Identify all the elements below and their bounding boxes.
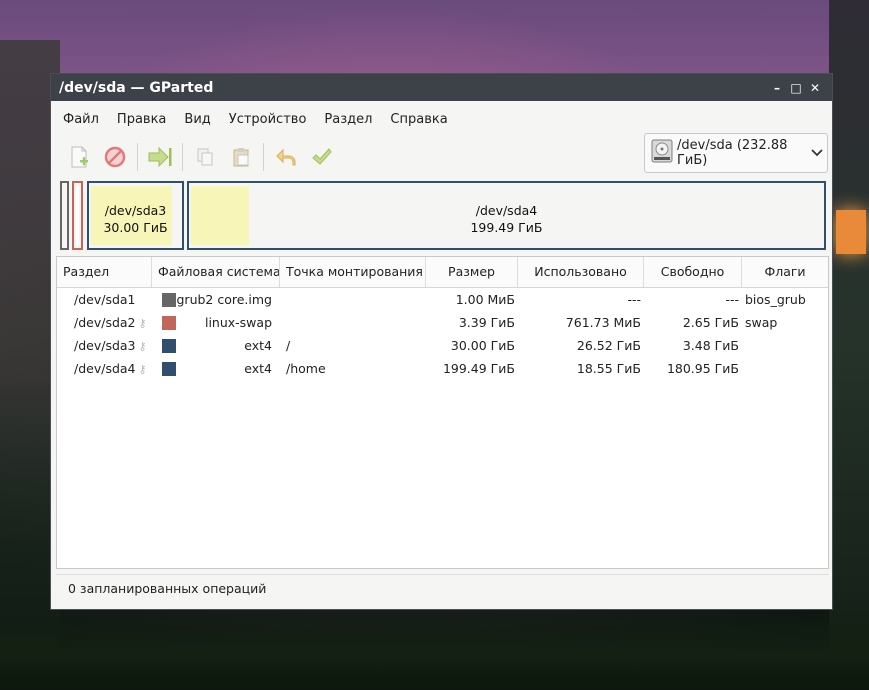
menu-partition[interactable]: Раздел — [324, 112, 372, 127]
device-label: /dev/sda (232.88 ГиБ) — [677, 138, 788, 168]
filesystem-color-swatch — [162, 316, 176, 331]
filesystem-color-swatch — [162, 293, 176, 308]
filesystem-name: linux-swap — [204, 314, 272, 330]
maximize-button[interactable]: □ — [787, 79, 805, 97]
menu-device[interactable]: Устройство — [229, 112, 307, 127]
table-row[interactable]: /dev/sda3 ⚷ ext4 / 30.00 ГиБ 26.52 ГиБ 3.… — [57, 334, 828, 357]
menubar: Файл Правка Вид Устройство Раздел Справк… — [51, 101, 832, 137]
diskmap-sda4-name: /dev/sda4 — [475, 203, 538, 218]
paste-icon[interactable] — [227, 143, 255, 171]
partition-size: 3.39 ГиБ — [458, 315, 515, 330]
diskmap-sda2[interactable] — [72, 181, 83, 250]
partition-size: 199.49 ГиБ — [442, 361, 515, 376]
lock-key-icon: ⚷ — [138, 317, 147, 330]
lock-key-icon: ⚷ — [138, 363, 147, 376]
diskmap-sda4-label: /dev/sda4 199.49 ГиБ — [189, 202, 824, 236]
partition-flags: bios_grub — [745, 292, 806, 307]
diskmap-sda3-name: /dev/sda3 — [104, 203, 167, 218]
close-button[interactable]: ✕ — [806, 79, 824, 97]
column-filesystem[interactable]: Файловая система — [152, 257, 280, 287]
background-house-window — [836, 210, 866, 254]
toolbar-separator — [182, 143, 183, 171]
lock-key-icon: ⚷ — [138, 340, 147, 353]
gparted-window: /dev/sda — GParted – □ ✕ Файл Правка Вид… — [50, 73, 833, 610]
partition-flags: swap — [745, 315, 778, 330]
toolbar-separator — [263, 143, 264, 171]
diskmap-sda3[interactable]: /dev/sda3 30.00 ГиБ — [87, 181, 184, 250]
filesystem-color-swatch — [162, 339, 176, 354]
table-row[interactable]: /dev/sda4 ⚷ ext4 /home 199.49 ГиБ 18.55 Г… — [57, 357, 828, 380]
column-used[interactable]: Использовано — [518, 257, 644, 287]
background-grass — [0, 600, 869, 690]
free-space: --- — [725, 292, 739, 307]
copy-icon[interactable] — [191, 143, 219, 171]
menu-view[interactable]: Вид — [184, 112, 210, 127]
used-space: 18.55 ГиБ — [576, 361, 641, 376]
menu-file[interactable]: Файл — [63, 112, 99, 127]
partition-name: /dev/sda4 — [74, 361, 136, 376]
table-row[interactable]: /dev/sda1 grub2 core.img 1.00 МиБ --- --… — [57, 288, 828, 311]
column-flags[interactable]: Флаги — [742, 257, 828, 287]
titlebar[interactable]: /dev/sda — GParted – □ ✕ — [51, 74, 832, 101]
mount-point: /home — [286, 361, 326, 376]
diskmap-sda1[interactable] — [60, 181, 69, 250]
toolbar: /dev/sda (232.88 ГиБ) — [51, 133, 832, 177]
free-space: 2.65 ГиБ — [682, 315, 739, 330]
background-trees-right — [829, 0, 869, 690]
free-space: 3.48 ГиБ — [682, 338, 739, 353]
device-selector[interactable]: /dev/sda (232.88 ГиБ) — [644, 133, 828, 173]
minimize-button[interactable]: – — [768, 79, 786, 97]
status-bar: 0 запланированных операций — [56, 574, 829, 601]
window-title: /dev/sda — GParted — [59, 79, 214, 96]
used-space: 761.73 МиБ — [565, 315, 641, 330]
delete-icon[interactable] — [101, 143, 129, 171]
column-size[interactable]: Размер — [426, 257, 518, 287]
partition-name: /dev/sda3 — [74, 338, 136, 353]
partition-size: 30.00 ГиБ — [450, 338, 515, 353]
column-free[interactable]: Свободно — [644, 257, 742, 287]
partition-table: Раздел Файловая система Точка монтирован… — [56, 256, 829, 569]
apply-icon[interactable] — [308, 143, 336, 171]
used-space: 26.52 ГиБ — [576, 338, 641, 353]
diskmap-sda4[interactable]: /dev/sda4 199.49 ГиБ — [187, 181, 826, 250]
free-space: 180.95 ГиБ — [666, 361, 739, 376]
filesystem-name: ext4 — [244, 360, 272, 376]
menu-edit[interactable]: Правка — [117, 112, 166, 127]
mount-point: / — [286, 338, 291, 353]
diskmap-sda3-size: 30.00 ГиБ — [103, 220, 168, 235]
partition-size: 1.00 МиБ — [455, 292, 515, 307]
undo-icon[interactable] — [272, 143, 300, 171]
filesystem-name: grub2 core.img — [176, 291, 273, 307]
diskmap-sda4-size: 199.49 ГиБ — [470, 220, 543, 235]
new-partition-icon[interactable] — [65, 143, 93, 171]
column-mountpoint[interactable]: Точка монтирования — [280, 257, 426, 287]
used-space: --- — [627, 292, 641, 307]
pending-operations-count: 0 запланированных операций — [68, 581, 267, 596]
chevron-down-icon — [811, 146, 827, 160]
resize-move-icon[interactable] — [146, 143, 174, 171]
filesystem-name: ext4 — [244, 337, 272, 353]
table-header: Раздел Файловая система Точка монтирован… — [57, 257, 828, 288]
toolbar-separator — [137, 143, 138, 171]
table-row[interactable]: /dev/sda2 ⚷ linux-swap 3.39 ГиБ 761.73 Ми… — [57, 311, 828, 334]
menu-help[interactable]: Справка — [390, 112, 447, 127]
hard-disk-icon — [651, 139, 673, 167]
partition-name: /dev/sda2 — [74, 315, 136, 330]
filesystem-color-swatch — [162, 362, 176, 377]
partition-name: /dev/sda1 — [74, 292, 136, 307]
disk-map: /dev/sda3 30.00 ГиБ /dev/sda4 199.49 ГиБ — [60, 181, 826, 250]
diskmap-sda3-label: /dev/sda3 30.00 ГиБ — [89, 202, 182, 236]
table-body: /dev/sda1 grub2 core.img 1.00 МиБ --- --… — [57, 288, 828, 380]
column-partition[interactable]: Раздел — [57, 257, 152, 287]
